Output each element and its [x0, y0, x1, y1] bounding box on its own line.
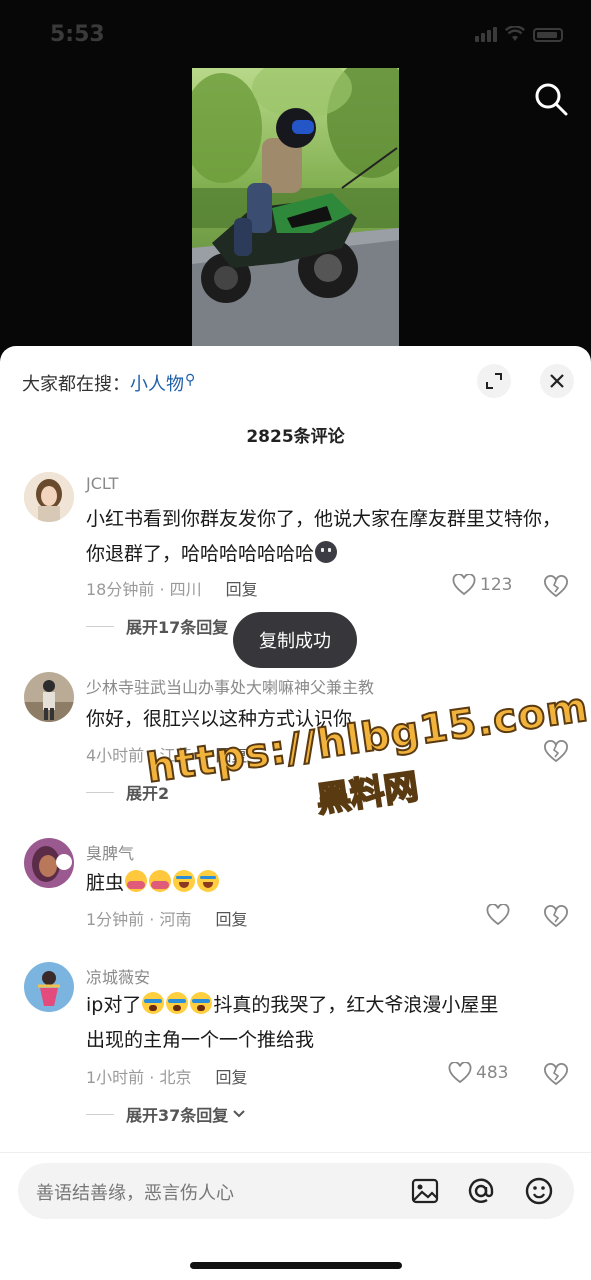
- comment-text[interactable]: 小红书看到你群友发你了，他说大家在摩友群里艾特你，你退群了，哈哈哈哈哈哈哈: [86, 502, 566, 572]
- comment-time-location: 1小时前 · 北京: [86, 1068, 192, 1087]
- avatar[interactable]: [24, 672, 74, 722]
- comment-username[interactable]: JCLT: [86, 474, 118, 493]
- expand-replies-label: 展开37条回复: [126, 1106, 229, 1125]
- avatar[interactable]: [24, 472, 74, 522]
- emoji-icon: [125, 870, 148, 892]
- broken-heart-icon[interactable]: [543, 905, 569, 929]
- wifi-icon: [505, 26, 525, 41]
- like-count: 483: [476, 1063, 509, 1083]
- emoji-icon: [166, 992, 189, 1014]
- expand-replies[interactable]: 展开37条回复: [86, 1102, 246, 1126]
- reply-button[interactable]: 回复: [215, 906, 247, 930]
- comment-username[interactable]: 臭脾气: [86, 840, 134, 864]
- comment-text[interactable]: 脏虫: [86, 866, 566, 901]
- status-bar: 5:53: [0, 0, 591, 70]
- hot-search[interactable]: 大家都在搜： 小人物 ⚲: [22, 370, 195, 396]
- emoji-icon: [315, 541, 338, 563]
- like-button[interactable]: [486, 904, 510, 926]
- avatar[interactable]: [24, 838, 74, 888]
- divider: [0, 1152, 591, 1153]
- reply-button[interactable]: 回复: [226, 576, 258, 600]
- search-icon[interactable]: [534, 82, 568, 116]
- comment-username[interactable]: 凉城薇安: [86, 964, 150, 988]
- video-area[interactable]: 5:53: [0, 0, 591, 360]
- comment-text-c: 出现的主角一个一个推给我: [86, 1029, 315, 1051]
- emoji-picker-icon[interactable]: [524, 1176, 554, 1206]
- heart-icon: [448, 1062, 472, 1084]
- expand-line: [86, 791, 114, 793]
- comment-username[interactable]: 少林寺驻武当山办事处大喇嘛神父兼主教: [86, 674, 374, 698]
- hot-search-label: 大家都在搜：: [22, 374, 130, 395]
- broken-heart-icon[interactable]: [543, 1063, 569, 1087]
- signal-icon: [475, 27, 497, 42]
- reply-button[interactable]: 回复: [215, 1064, 247, 1088]
- comment-count: 2825条评论: [246, 427, 345, 447]
- image-icon[interactable]: [410, 1176, 440, 1206]
- expand-replies-label: 展开17条回复: [126, 618, 229, 637]
- like-count: 123: [480, 575, 513, 595]
- avatar[interactable]: [24, 962, 74, 1012]
- like-button[interactable]: 123: [452, 574, 512, 596]
- comment-time-location: 1分钟前 · 河南: [86, 910, 192, 929]
- close-icon: [550, 374, 564, 388]
- chevron-down-icon: [233, 1110, 245, 1118]
- expand-icon: [486, 373, 502, 389]
- emoji-icon: [190, 992, 213, 1014]
- emoji-icon: [197, 870, 220, 892]
- status-icons: [475, 26, 563, 42]
- emoji-icon: [149, 870, 172, 892]
- expand-button[interactable]: [477, 364, 511, 398]
- battery-icon: [533, 28, 563, 42]
- heart-icon: [452, 574, 476, 596]
- comment-meta: 1小时前 · 北京 回复: [86, 1064, 247, 1088]
- comment-text[interactable]: ip对了 抖真的我哭了，红大爷浪漫小屋里出现的主角一个一个推给我: [86, 988, 566, 1058]
- video-thumbnail[interactable]: [192, 68, 399, 346]
- mention-icon[interactable]: [466, 1176, 496, 1206]
- like-button[interactable]: 483: [448, 1062, 508, 1084]
- emoji-icon: [142, 992, 165, 1014]
- comment-text-b: 抖真的我哭了，红大爷浪漫小屋里: [213, 994, 499, 1016]
- home-indicator: [190, 1262, 402, 1269]
- emoji-icon: [173, 870, 196, 892]
- close-button[interactable]: [540, 364, 574, 398]
- comment-input[interactable]: 善语结善缘，恶言伤人心: [18, 1163, 574, 1219]
- broken-heart-icon[interactable]: [543, 575, 569, 599]
- comment-input-placeholder: 善语结善缘，恶言伤人心: [36, 1183, 234, 1204]
- expand-line: [86, 1113, 114, 1115]
- comment-text-content: 脏虫: [86, 872, 125, 894]
- heart-icon: [486, 904, 510, 926]
- comment-meta: 18分钟前 · 四川 回复: [86, 576, 258, 600]
- status-time: 5:53: [50, 22, 105, 47]
- copy-success-toast: 复制成功: [233, 612, 357, 668]
- expand-replies[interactable]: 展开17条回复: [86, 614, 228, 638]
- hot-search-keyword[interactable]: 小人物: [130, 370, 184, 396]
- keyword-search-icon: ⚲: [185, 372, 196, 388]
- comment-text-a: ip对了: [86, 994, 142, 1016]
- comment-meta: 1分钟前 · 河南 回复: [86, 906, 247, 930]
- comment-time-location: 18分钟前 · 四川: [86, 580, 202, 599]
- expand-line: [86, 625, 114, 627]
